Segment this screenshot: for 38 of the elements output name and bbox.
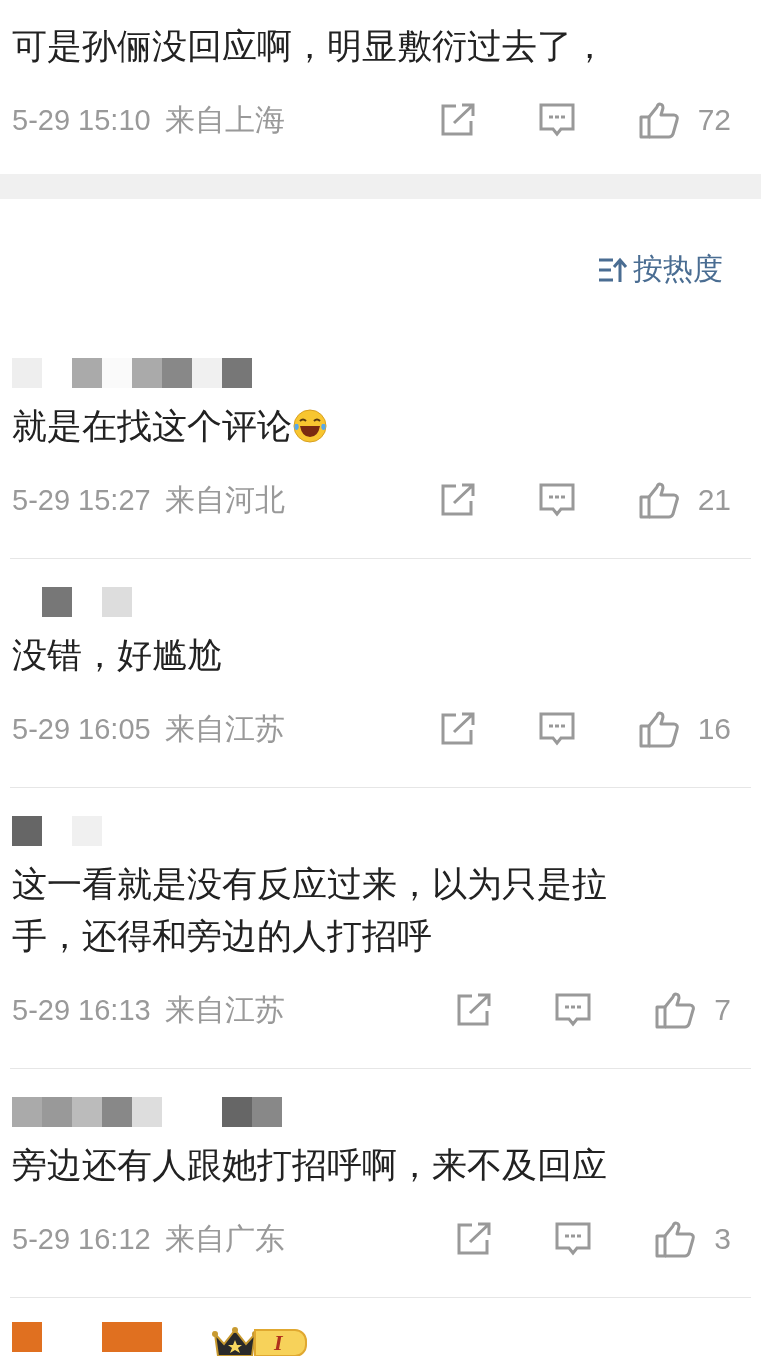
- like-count: 7: [714, 993, 731, 1027]
- comment-time: 5-29 15:10: [12, 103, 151, 137]
- share-icon[interactable]: [439, 483, 476, 517]
- thumbs-up-icon[interactable]: [637, 101, 680, 139]
- thumbs-up-icon[interactable]: [654, 991, 697, 1029]
- like-count: 16: [697, 712, 731, 746]
- comment-text: 旁边还有人跟她打招呼啊，来不及回应: [12, 1144, 607, 1187]
- like-count: 3: [714, 1222, 731, 1256]
- thumbs-up-icon[interactable]: [654, 1220, 697, 1258]
- comment-time: 5-29 15:27: [12, 483, 151, 517]
- thumbs-up-icon[interactable]: [637, 710, 680, 748]
- like-count: 21: [697, 483, 731, 517]
- comment-text: 可是孙俪没回应啊，明显敷衍过去了，: [12, 25, 608, 68]
- share-icon[interactable]: [439, 712, 476, 746]
- share-icon[interactable]: [456, 1222, 493, 1256]
- share-icon[interactable]: [456, 993, 493, 1027]
- comment-time: 5-29 16:05: [12, 712, 151, 746]
- comment-icon[interactable]: [554, 992, 593, 1028]
- comment-location: 来自河北: [164, 480, 285, 519]
- share-icon[interactable]: [439, 103, 476, 137]
- sort-icon: [597, 256, 629, 283]
- sort-by-hot-button[interactable]: 按热度: [597, 249, 723, 290]
- comment-location: 来自江苏: [164, 709, 285, 748]
- comment-location: 来自江苏: [164, 990, 285, 1029]
- comment-text: 就是在找这个评论: [12, 405, 292, 448]
- crown-level-badge: I: [212, 1324, 307, 1356]
- comment-icon[interactable]: [537, 711, 576, 747]
- comment-time: 5-29 16:13: [12, 993, 151, 1027]
- like-count: 72: [697, 103, 731, 137]
- comment-text: 没错，好尴尬: [12, 634, 222, 677]
- comment-text: 这一看就是没有反应过来，以为只是拉手，还得和旁边的人打招呼: [12, 863, 608, 958]
- comment-icon[interactable]: [554, 1221, 593, 1257]
- comment-icon[interactable]: [537, 102, 576, 138]
- comment-location: 来自上海: [164, 100, 285, 139]
- thumbs-up-icon[interactable]: [637, 481, 680, 519]
- comment-icon[interactable]: [537, 482, 576, 518]
- comment-time: 5-29 16:12: [12, 1222, 151, 1256]
- comment-location: 来自广东: [164, 1219, 285, 1258]
